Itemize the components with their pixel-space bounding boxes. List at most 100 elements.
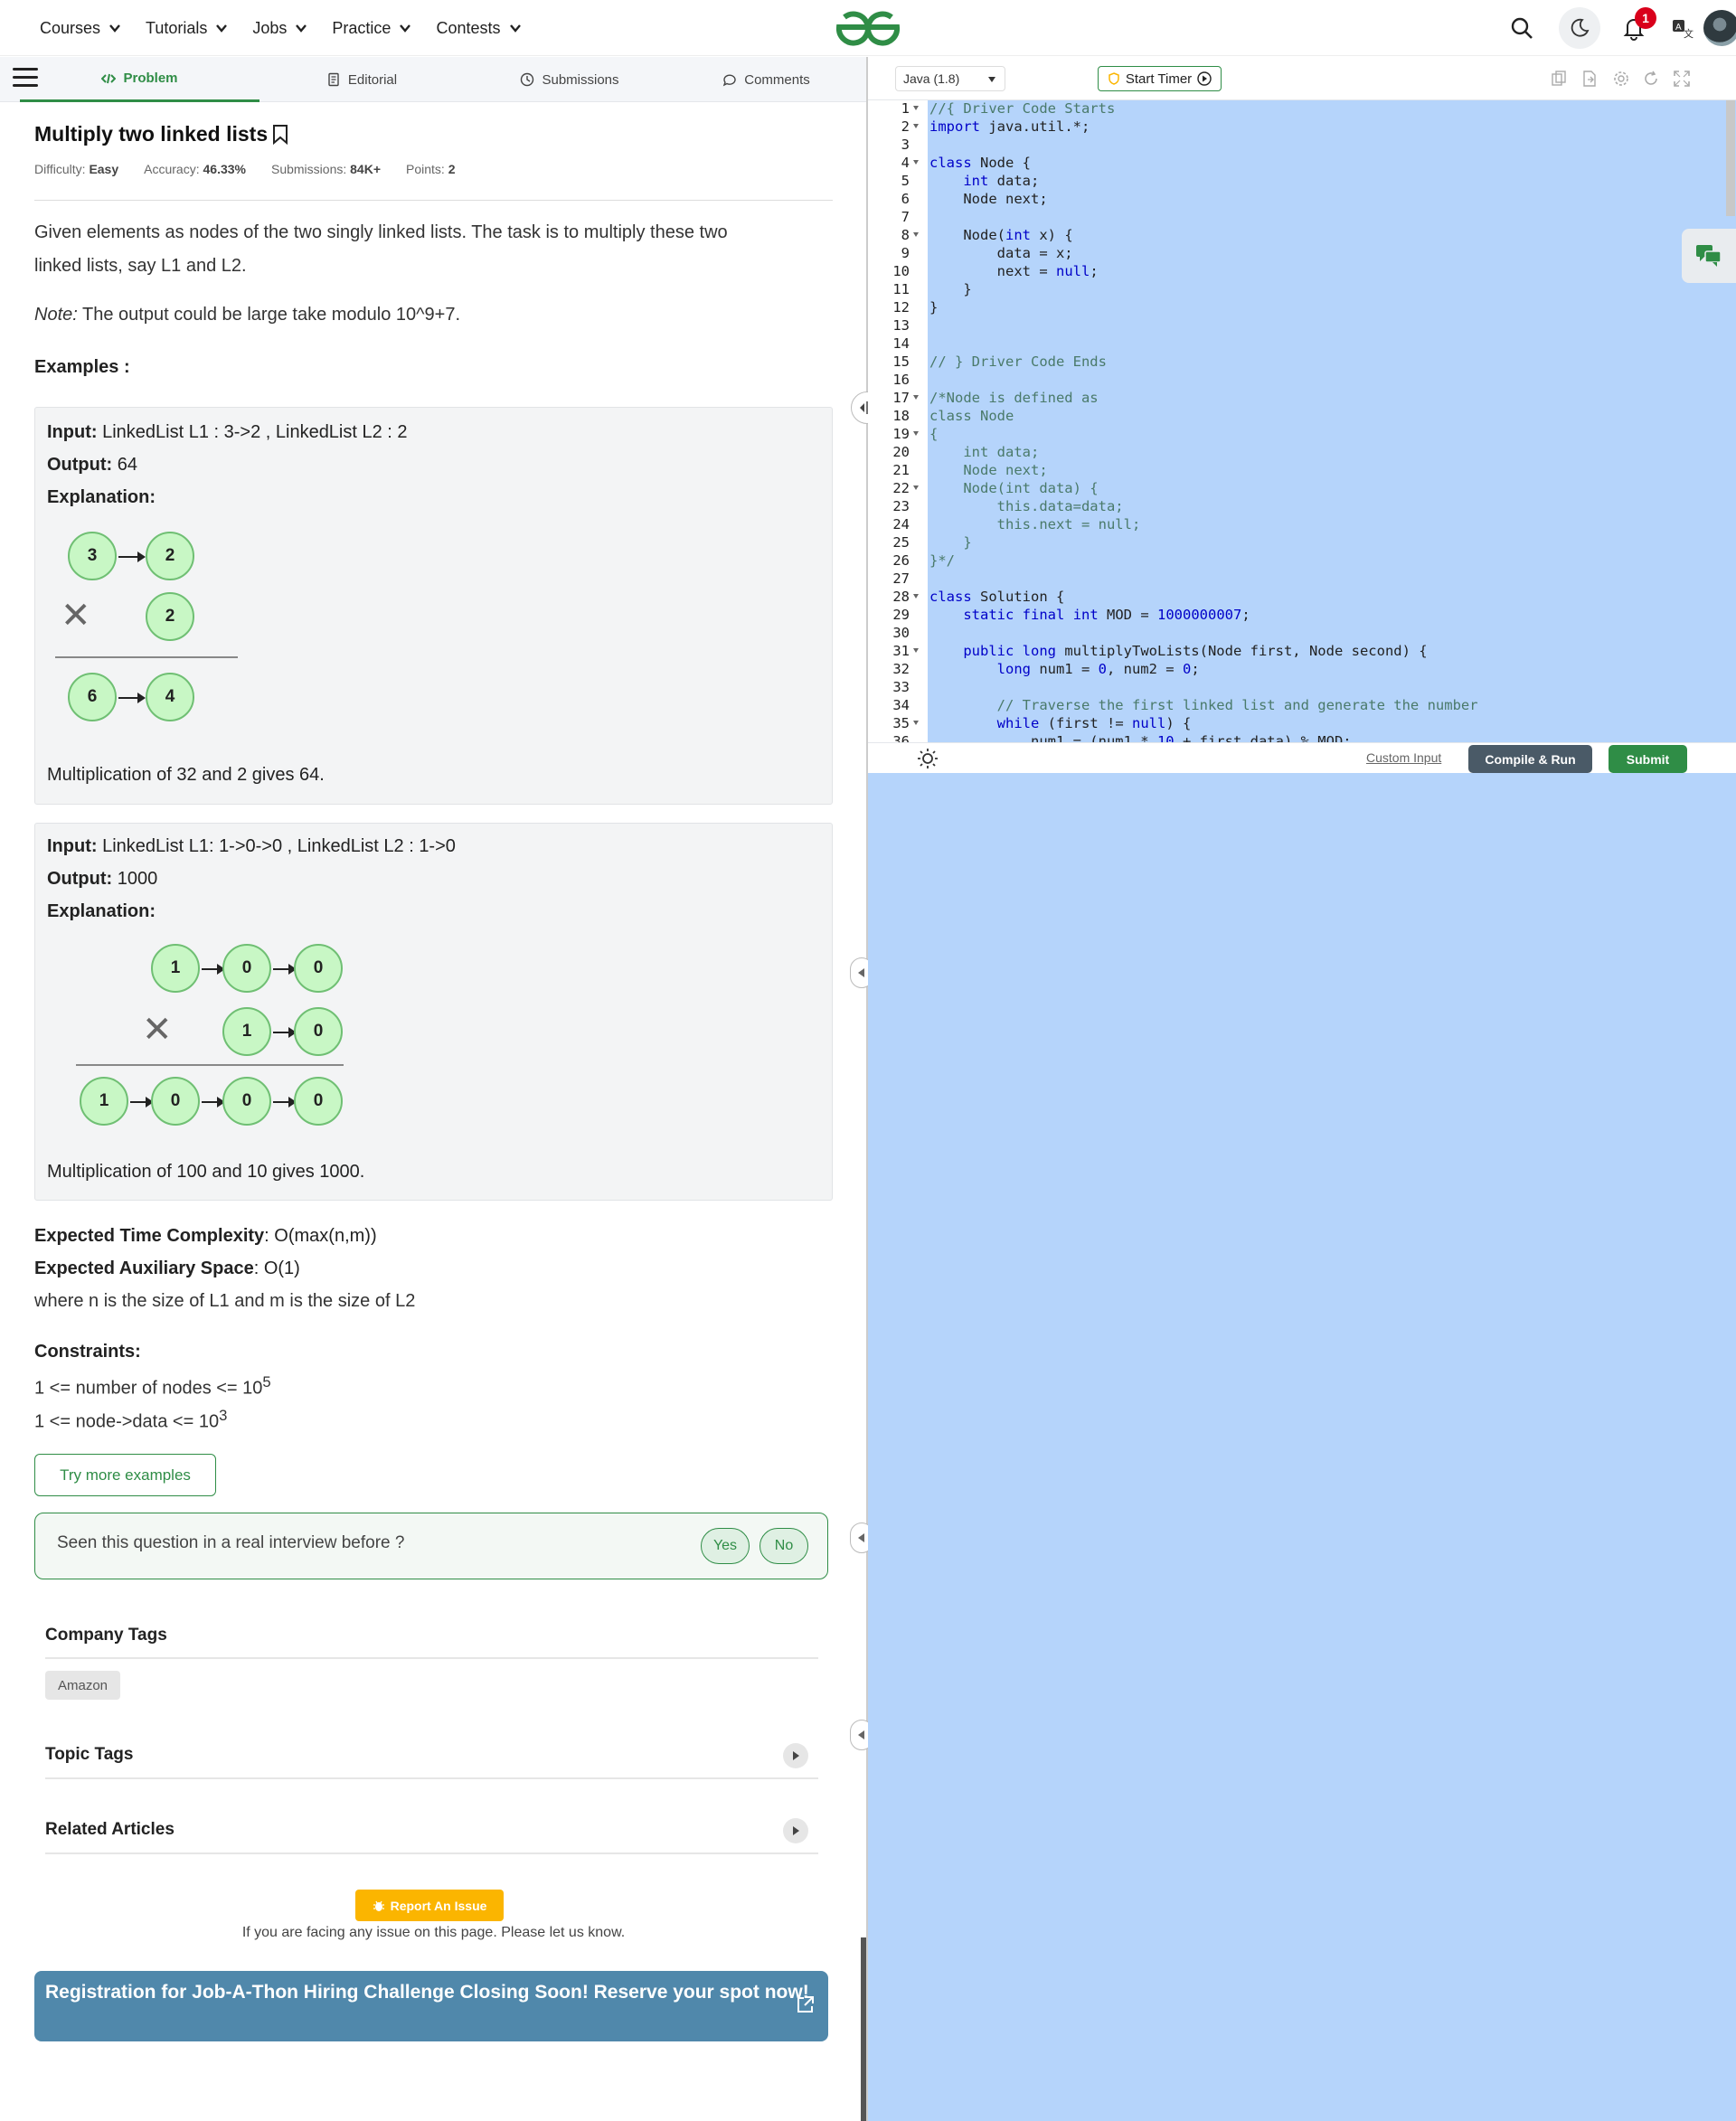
fold-toggle-icon[interactable] — [913, 395, 919, 400]
start-timer-button[interactable]: Start Timer — [1098, 66, 1222, 91]
fold-toggle-icon[interactable] — [913, 232, 919, 237]
fold-toggle-icon[interactable] — [913, 124, 919, 128]
code-line: 26}*/ — [868, 551, 1736, 570]
nav-right-tools: 1 A文 — [1465, 0, 1736, 56]
chat-button[interactable] — [1682, 229, 1736, 283]
line-number: 26 — [892, 552, 910, 569]
code-line: 23 this.data=data; — [868, 497, 1736, 515]
gear-icon[interactable] — [1612, 70, 1630, 88]
editor-action-bar: Custom Input Compile & Run Submit — [868, 742, 1736, 773]
list-node: 1 — [151, 944, 200, 993]
start-timer-label: Start Timer — [1125, 71, 1193, 87]
line-number: 1 — [901, 100, 910, 117]
language-select[interactable]: Java (1.8) — [895, 66, 1005, 91]
line-number: 7 — [901, 209, 910, 225]
editor-toolbar: Java (1.8) Start Timer — [868, 57, 1736, 100]
topic-tags-section[interactable]: Topic Tags — [45, 1745, 818, 1765]
try-more-examples-button[interactable]: Try more examples — [34, 1454, 216, 1496]
editor-scrollbar[interactable] — [1726, 100, 1735, 216]
interview-question-card: Seen this question in a real interview b… — [34, 1513, 828, 1579]
nav-tutorials-label: Tutorials — [146, 18, 208, 37]
nav-jobs-label: Jobs — [252, 18, 288, 37]
code-line: 22 Node(int data) { — [868, 479, 1736, 497]
yes-button[interactable]: Yes — [701, 1528, 750, 1564]
fullscreen-icon[interactable] — [1673, 70, 1691, 88]
search-icon[interactable] — [1506, 13, 1537, 43]
line-number: 24 — [892, 516, 910, 533]
fold-toggle-icon[interactable] — [913, 721, 919, 725]
custom-input-link[interactable]: Custom Input — [1366, 750, 1441, 765]
nav-contests[interactable]: Contests — [436, 19, 522, 38]
nav-courses[interactable]: Courses — [40, 19, 122, 38]
code-text: long num1 = 0, num2 = 0; — [996, 661, 1200, 677]
code-text: //{ Driver Code Starts — [929, 100, 1116, 117]
file-icon[interactable] — [1580, 70, 1599, 88]
dark-mode-toggle[interactable] — [1559, 7, 1600, 49]
example-1-input: Input: LinkedList L1 : 3->2 , LinkedList… — [47, 422, 408, 443]
job-a-thon-banner[interactable]: Registration for Job-A-Thon Hiring Chall… — [34, 1971, 828, 2041]
fold-toggle-icon[interactable] — [913, 485, 919, 490]
submit-button[interactable]: Submit — [1609, 745, 1687, 773]
theme-toggle-icon[interactable] — [917, 748, 939, 769]
fold-toggle-icon[interactable] — [913, 160, 919, 165]
tab-editorial[interactable]: Editorial — [271, 57, 452, 102]
tab-problem[interactable]: Problem — [20, 57, 259, 102]
company-tag[interactable]: Amazon — [45, 1671, 121, 1700]
arrow — [118, 693, 146, 703]
fold-toggle-icon[interactable] — [913, 431, 919, 436]
line-number: 34 — [892, 697, 910, 713]
code-line: 9 data = x; — [868, 244, 1736, 262]
list-node: 0 — [222, 944, 271, 993]
fold-toggle-icon[interactable] — [913, 648, 919, 653]
code-line: 35 while (first != null) { — [868, 714, 1736, 732]
expand-topic-tags-button[interactable] — [783, 1743, 808, 1768]
no-button[interactable]: No — [760, 1528, 808, 1564]
code-line: 30 — [868, 624, 1736, 642]
expand-related-articles-button[interactable] — [783, 1818, 808, 1843]
caret-left-icon — [858, 968, 864, 977]
points-label: Points: — [406, 162, 445, 176]
space-complexity: Expected Auxiliary Space: O(1) — [34, 1258, 300, 1279]
problem-panel: Problem Editorial Submissions Comments M… — [0, 57, 866, 2121]
code-line: 12} — [868, 298, 1736, 316]
report-issue-button[interactable]: Report An Issue — [355, 1890, 504, 1921]
problem-title-text: Multiply two linked lists — [34, 122, 269, 146]
line-number: 36 — [892, 733, 910, 742]
gfg-logo[interactable] — [834, 9, 902, 47]
code-line: 11 } — [868, 280, 1736, 298]
code-text: this.next = null; — [929, 516, 1141, 533]
compile-run-button[interactable]: Compile & Run — [1468, 745, 1592, 773]
code-editor[interactable]: 1 //{ Driver Code Starts 2 import java.util… — [868, 100, 1736, 742]
submissions-value: 84K+ — [350, 162, 381, 176]
avatar[interactable] — [1703, 10, 1736, 46]
code-text: /*Node is defined as — [929, 390, 1099, 406]
tab-comments[interactable]: Comments — [678, 57, 854, 102]
nav-tutorials[interactable]: Tutorials — [146, 19, 229, 38]
code-line: 17 /*Node is defined as — [868, 389, 1736, 407]
fold-toggle-icon[interactable] — [913, 594, 919, 599]
chevron-down-icon — [109, 24, 120, 33]
line-number: 28 — [892, 589, 910, 605]
bug-icon — [373, 1900, 384, 1911]
example-1-output: Output: 64 — [47, 455, 137, 476]
notifications-button[interactable]: 1 — [1618, 7, 1656, 43]
comment-icon — [723, 74, 736, 87]
output-label: Output: — [47, 455, 113, 475]
explanation-label: Explanation: — [47, 487, 156, 507]
caret-right-icon — [793, 1826, 799, 1835]
related-articles-section[interactable]: Related Articles — [45, 1820, 818, 1840]
explanation-label: Explanation: — [47, 901, 156, 921]
nav-jobs[interactable]: Jobs — [252, 19, 308, 38]
copy-icon[interactable] — [1550, 70, 1568, 88]
bookmark-icon[interactable] — [271, 124, 289, 145]
example-2-input: Input: LinkedList L1: 1->0->0 , LinkedLi… — [47, 836, 456, 857]
fold-toggle-icon[interactable] — [913, 106, 919, 110]
multiply-icon: ✕ — [142, 1010, 173, 1050]
problem-title: Multiply two linked lists — [34, 122, 289, 146]
reset-icon[interactable] — [1642, 70, 1660, 88]
translate-icon[interactable]: A文 — [1667, 13, 1698, 43]
tab-submissions[interactable]: Submissions — [470, 57, 669, 102]
nav-practice[interactable]: Practice — [332, 19, 412, 38]
line-number: 13 — [892, 317, 910, 334]
report-note: If you are facing any issue on this page… — [241, 1925, 626, 1940]
